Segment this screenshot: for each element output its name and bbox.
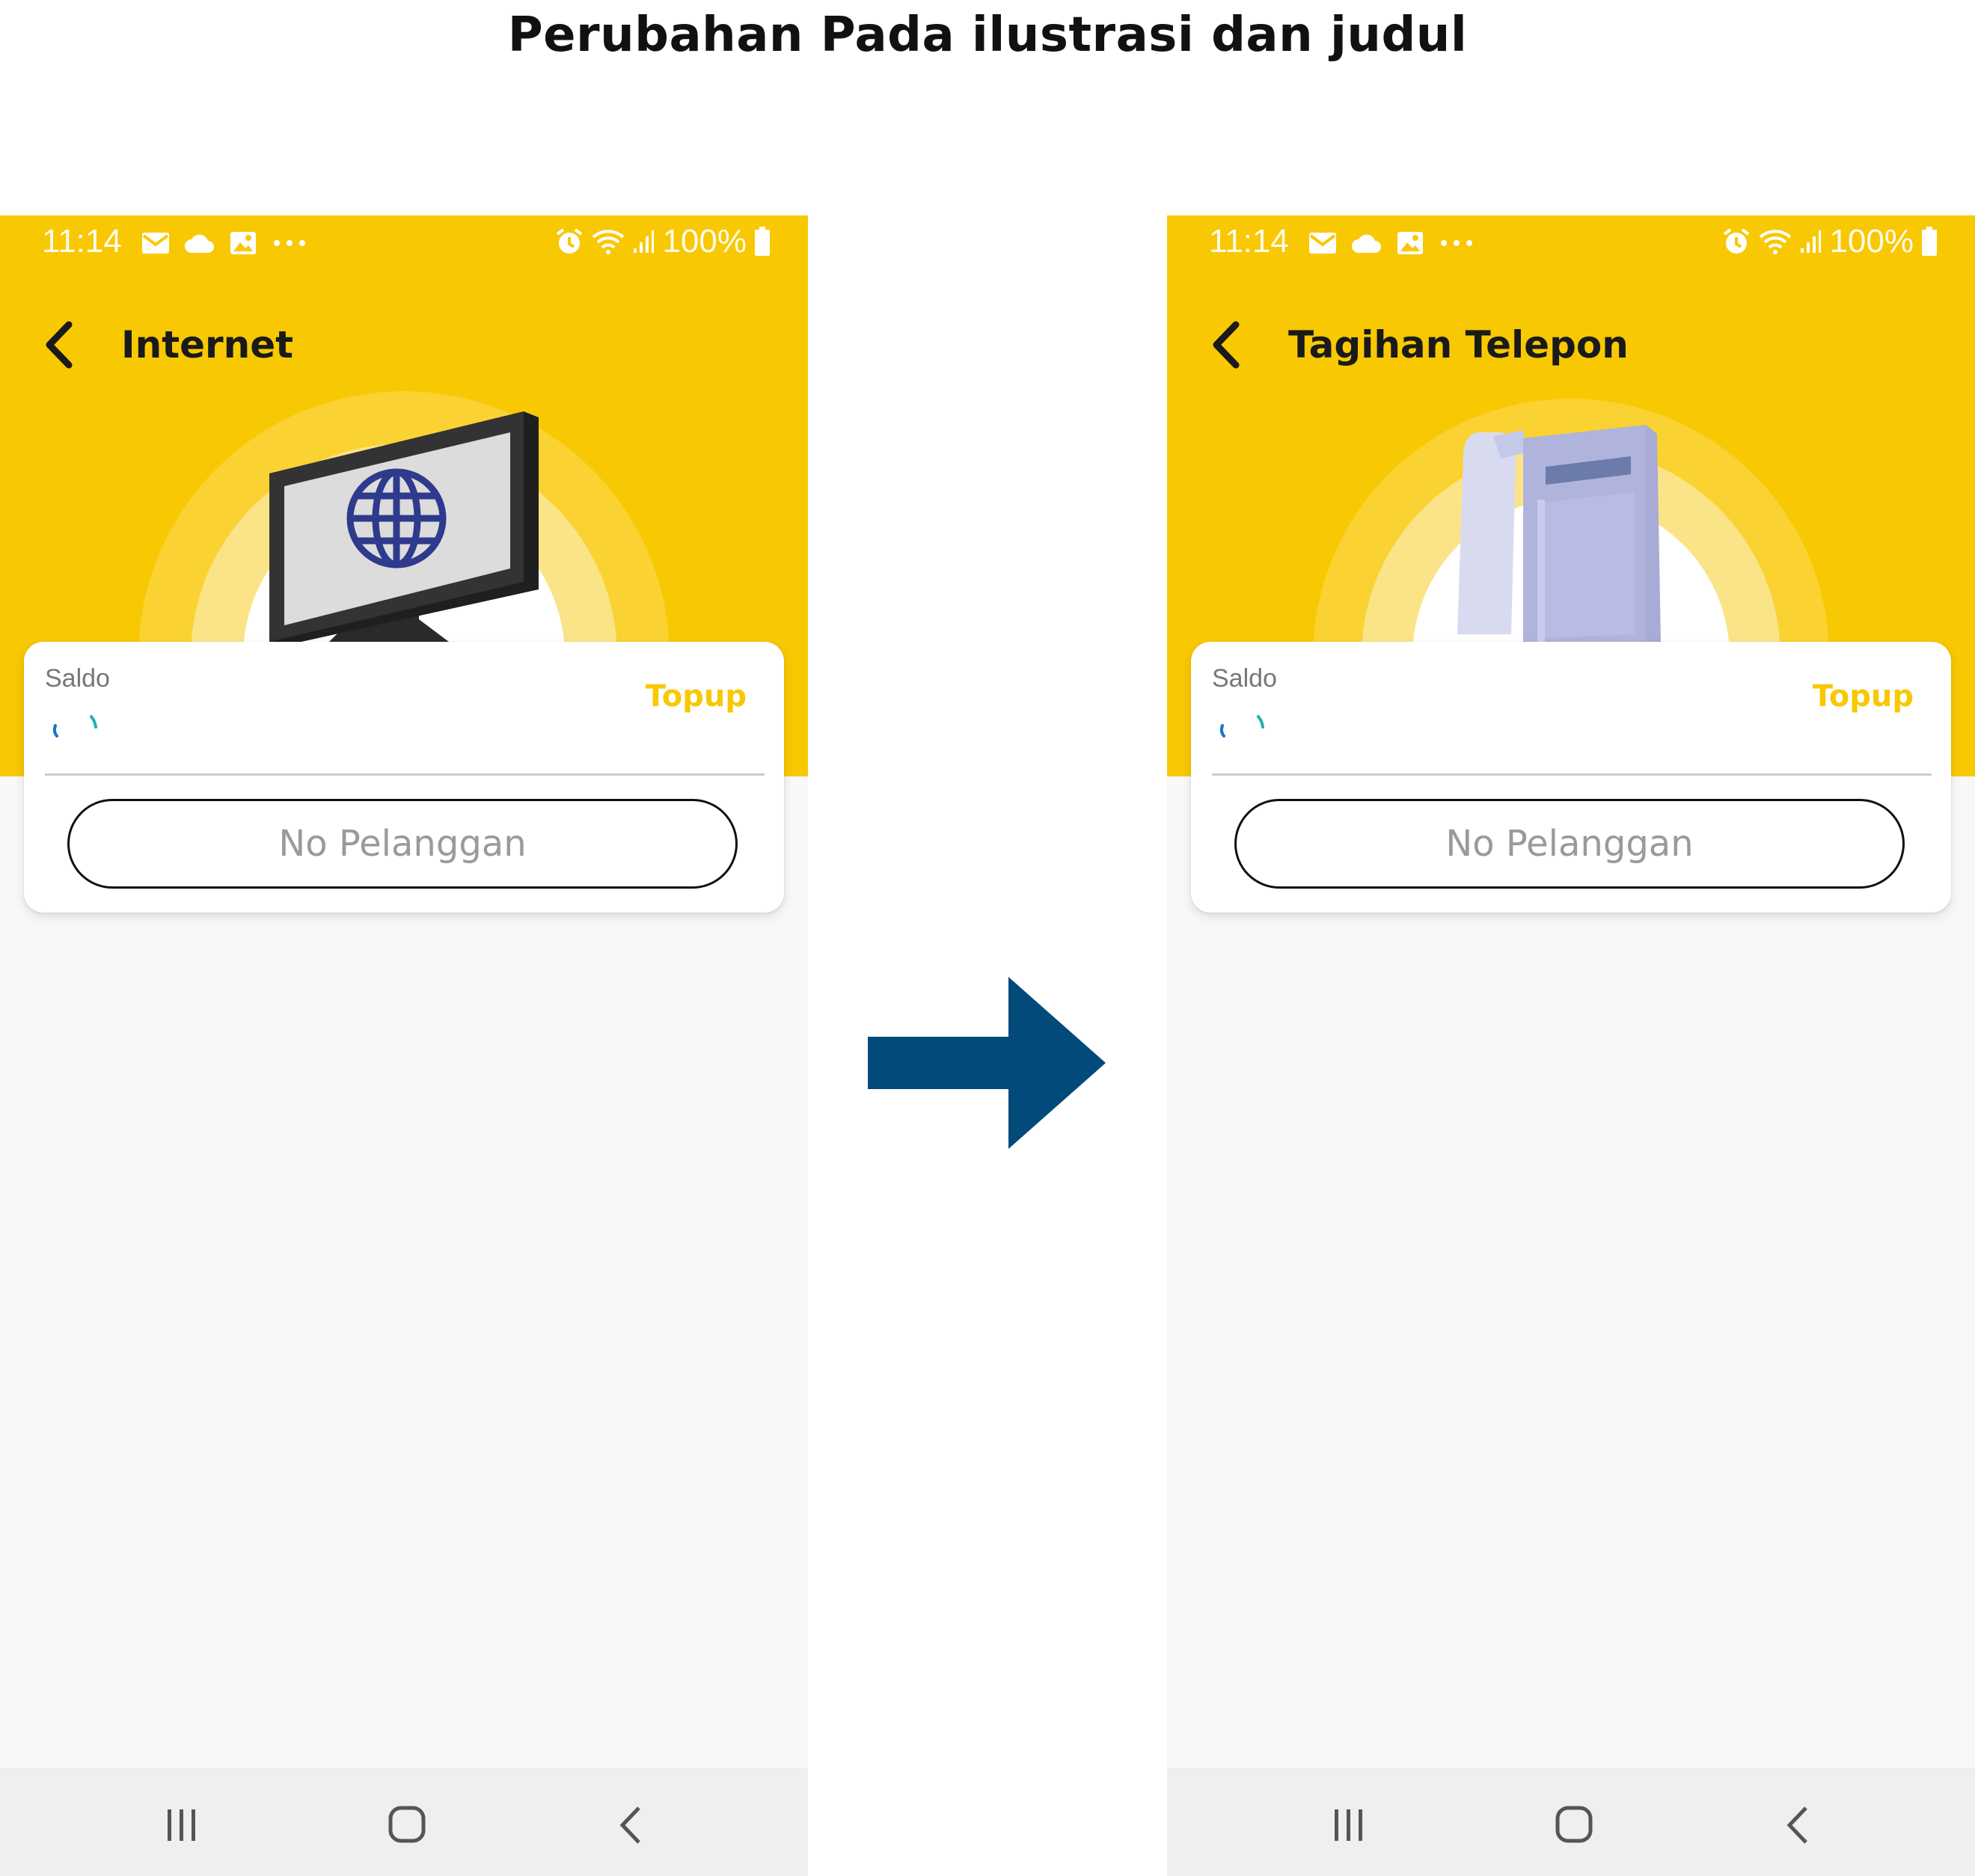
recent-apps-button[interactable] <box>156 1799 208 1851</box>
status-bar: 11:14 100% <box>1167 215 1975 272</box>
topup-button[interactable]: Topup <box>646 679 747 714</box>
cloud-icon <box>185 234 214 253</box>
more-dots-icon <box>1441 240 1472 246</box>
back-icon <box>619 1806 640 1844</box>
customer-number-input[interactable]: No Pelanggan <box>67 799 738 889</box>
globe-icon <box>346 468 447 568</box>
back-icon <box>1786 1806 1807 1844</box>
payment-card: Saldo Topup No Pelanggan <box>1191 642 1951 913</box>
image-icon <box>230 232 256 254</box>
back-button[interactable] <box>1206 319 1251 371</box>
wifi-icon <box>592 230 625 254</box>
system-back-button[interactable] <box>1773 1799 1825 1851</box>
arrow-right-icon <box>868 977 1106 1149</box>
customer-number-input[interactable]: No Pelanggan <box>1234 799 1905 889</box>
phone-screen-after: 11:14 100% Tagihan Telepon Saldo Topup N… <box>1167 215 1975 1876</box>
cloud-icon <box>1352 234 1381 253</box>
system-nav-bar <box>0 1768 808 1876</box>
status-time: 11:14 <box>1209 223 1289 260</box>
recent-apps-button[interactable] <box>1323 1799 1375 1851</box>
battery-icon <box>755 227 770 256</box>
page-heading: Perubahan Pada ilustrasi dan judul <box>507 7 1468 63</box>
payment-card: Saldo Topup No Pelanggan <box>24 642 784 913</box>
saldo-label: Saldo <box>1212 664 1277 693</box>
card-divider <box>1212 773 1932 776</box>
status-bar: 11:14 100% <box>0 215 808 272</box>
app-bar: Internet <box>0 304 808 386</box>
alarm-icon <box>1724 228 1750 254</box>
alarm-icon <box>557 228 583 254</box>
home-icon <box>388 1806 426 1843</box>
battery-icon <box>1922 227 1937 256</box>
image-icon <box>1397 232 1423 254</box>
email-icon <box>1309 233 1336 254</box>
battery-percent: 100% <box>662 223 747 260</box>
desk-telephone-illustration <box>1457 425 1661 642</box>
recent-apps-icon <box>168 1809 195 1841</box>
computer-monitor-illustration <box>269 411 539 642</box>
recent-apps-icon <box>1335 1809 1362 1841</box>
back-button[interactable] <box>39 319 84 371</box>
system-nav-bar <box>1167 1768 1975 1876</box>
app-bar: Tagihan Telepon <box>1167 304 1975 386</box>
home-button[interactable] <box>1549 1799 1601 1851</box>
wifi-icon <box>1760 230 1792 254</box>
loading-spinner-icon <box>52 715 97 738</box>
loading-spinner-icon <box>1219 715 1264 738</box>
signal-icon <box>634 230 655 253</box>
topup-button[interactable]: Topup <box>1813 679 1914 714</box>
page-title: Tagihan Telepon <box>1288 323 1629 367</box>
system-back-button[interactable] <box>606 1799 658 1851</box>
battery-percent: 100% <box>1829 223 1914 260</box>
saldo-label: Saldo <box>45 664 110 693</box>
more-dots-icon <box>274 240 305 246</box>
email-icon <box>142 233 169 254</box>
card-divider <box>45 773 765 776</box>
home-button[interactable] <box>382 1799 434 1851</box>
phone-screen-before: 11:14 100% Internet Saldo Topup No Pelan… <box>0 215 808 1876</box>
signal-icon <box>1801 230 1822 253</box>
home-icon <box>1555 1806 1593 1843</box>
status-time: 11:14 <box>42 223 122 260</box>
page-title: Internet <box>121 323 294 367</box>
chevron-left-icon <box>1213 321 1240 369</box>
chevron-left-icon <box>46 321 73 369</box>
